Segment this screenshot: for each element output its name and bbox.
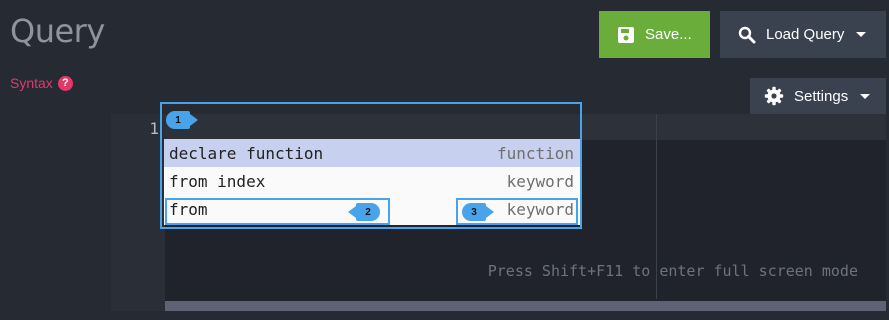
search-icon [738,26,756,43]
page-title: Query [10,12,105,50]
line-number: 1 [149,119,159,138]
fullscreen-hint: Press Shift+F11 to enter full screen mod… [487,262,858,280]
help-icon[interactable]: ? [57,75,73,91]
gear-icon [764,86,784,106]
syntax-link[interactable]: Syntax ? [10,75,73,91]
callout-marker-2: 2 [348,203,380,221]
callout-marker-3: 3 [462,203,494,221]
load-query-button[interactable]: Load Query [720,11,886,58]
horizontal-scrollbar[interactable] [165,301,886,311]
settings-label: Settings [794,87,849,105]
save-button[interactable]: Save... [599,11,710,58]
save-label: Save... [645,26,692,43]
editor-gutter: 1 [111,114,165,311]
settings-button[interactable]: Settings [750,78,886,114]
chevron-down-icon [860,93,871,99]
callout-marker-1: 1 [166,111,198,129]
syntax-label: Syntax [10,75,53,91]
load-query-label: Load Query [766,26,845,43]
save-icon [618,26,634,43]
chevron-down-icon [856,32,867,37]
